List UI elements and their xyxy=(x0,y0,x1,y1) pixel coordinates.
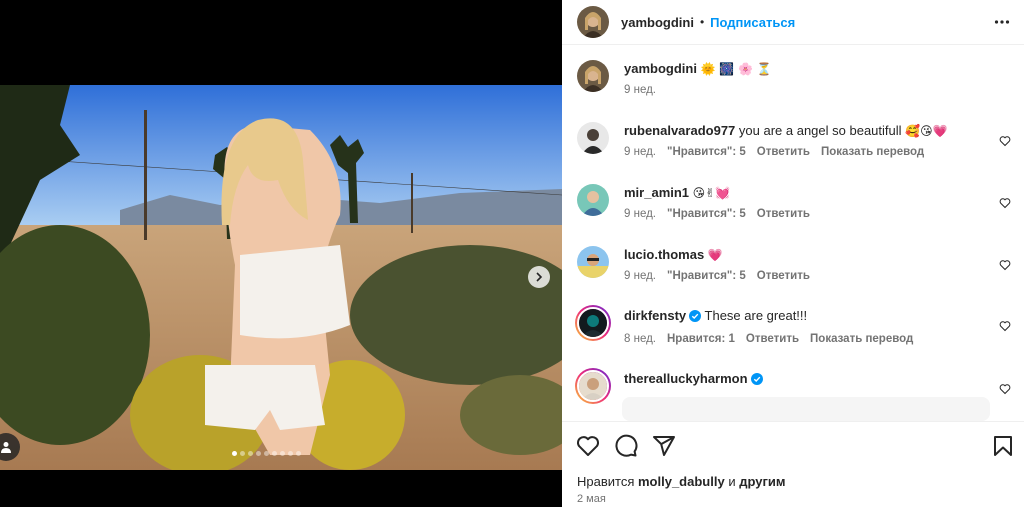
comment-username[interactable]: mir_amin1 xyxy=(624,185,689,200)
likes-conj: и xyxy=(728,474,736,489)
comment-emojis: 💗 xyxy=(707,248,723,262)
verified-icon xyxy=(750,372,763,390)
heart-icon xyxy=(999,321,1011,332)
post-date[interactable]: 2 мая xyxy=(577,493,606,505)
save-button[interactable] xyxy=(991,434,1015,458)
carousel-next-button[interactable] xyxy=(528,266,550,288)
carousel-dot xyxy=(240,451,245,456)
post-header: yambogdini • Подписаться xyxy=(562,0,1024,45)
caption-username[interactable]: yambogdini xyxy=(624,61,697,76)
comment-loading-placeholder xyxy=(622,397,990,421)
likes-summary: Нравится molly_dabully и другим xyxy=(577,474,786,489)
liked-by-user[interactable]: molly_dabully xyxy=(638,474,725,489)
carousel-dot xyxy=(248,451,253,456)
comments-list: yambogdini 🌞 🎆 🌸 ⏳ 9 нед. rubenalvarado9… xyxy=(562,45,1024,421)
carousel-dot xyxy=(296,451,301,456)
comment-username[interactable]: rubenalvarado977 xyxy=(624,123,735,138)
reply-button[interactable]: Ответить xyxy=(757,270,810,282)
comment-time[interactable]: 9 нед. xyxy=(624,146,656,158)
comment-username[interactable]: dirkfensty xyxy=(624,308,686,323)
author-avatar[interactable] xyxy=(577,6,609,38)
commenter-avatar[interactable] xyxy=(575,368,611,404)
heart-icon xyxy=(999,136,1011,147)
heart-icon xyxy=(999,384,1011,395)
comment-emojis: 😘✌💓 xyxy=(692,186,731,200)
caption-time[interactable]: 9 нед. xyxy=(624,84,656,96)
verified-icon xyxy=(689,309,702,327)
carousel-dot xyxy=(288,451,293,456)
carousel-indicator xyxy=(232,451,301,456)
commenter-avatar[interactable] xyxy=(577,122,609,154)
comment-like-button[interactable] xyxy=(999,319,1011,337)
comment-time[interactable]: 8 нед. xyxy=(624,333,656,345)
post-photo[interactable] xyxy=(0,85,562,470)
heart-icon xyxy=(999,198,1011,209)
commenter-avatar[interactable] xyxy=(575,305,611,341)
comment-icon xyxy=(615,434,638,457)
show-translation-button[interactable]: Показать перевод xyxy=(810,333,913,345)
commenter-avatar[interactable] xyxy=(577,184,609,216)
share-icon xyxy=(653,436,675,456)
author-avatar[interactable] xyxy=(577,60,609,92)
heart-icon xyxy=(576,436,600,456)
more-icon[interactable] xyxy=(994,14,1010,35)
separator-dot: • xyxy=(699,15,705,29)
author-username[interactable]: yambogdini xyxy=(621,15,694,30)
comment-time[interactable]: 9 нед. xyxy=(624,208,656,220)
carousel-dot xyxy=(256,451,261,456)
reply-button[interactable]: Ответить xyxy=(757,146,810,158)
like-button[interactable] xyxy=(576,434,600,458)
comment-text: you are a angel so beautifull xyxy=(738,123,902,138)
show-translation-button[interactable]: Показать перевод xyxy=(821,146,924,158)
post-media xyxy=(0,0,562,507)
comment-likes[interactable]: "Нравится": 5 xyxy=(667,208,746,220)
comment-username[interactable]: lucio.thomas xyxy=(624,247,704,262)
follow-button[interactable]: Подписаться xyxy=(710,15,795,30)
carousel-dot xyxy=(232,451,237,456)
comment-time[interactable]: 9 нед. xyxy=(624,270,656,282)
carousel-dot xyxy=(264,451,269,456)
commenter-avatar[interactable] xyxy=(577,246,609,278)
post-side-panel: yambogdini • Подписаться yambogdini 🌞 🎆 … xyxy=(562,0,1024,507)
comment-likes[interactable]: "Нравится": 5 xyxy=(667,146,746,158)
comment-text: These are great!!! xyxy=(704,308,808,323)
post-actions: Нравится molly_dabully и другим 2 мая xyxy=(562,421,1024,507)
heart-icon xyxy=(999,260,1011,271)
caption-text: 🌞 🎆 🌸 ⏳ xyxy=(700,62,772,76)
comment-username[interactable]: therealluckyharmon xyxy=(624,371,748,386)
reply-button[interactable]: Ответить xyxy=(757,208,810,220)
bookmark-icon xyxy=(994,436,1012,456)
comment-like-button[interactable] xyxy=(999,134,1011,152)
carousel-dot xyxy=(280,451,285,456)
comment-like-button[interactable] xyxy=(999,382,1011,400)
comment-like-button[interactable] xyxy=(999,258,1011,276)
liked-by-others[interactable]: другим xyxy=(739,474,785,489)
comment-likes[interactable]: Нравится: 1 xyxy=(667,333,735,345)
comment-button[interactable] xyxy=(614,434,638,458)
comment-emojis: 🥰😘💗 xyxy=(905,124,948,138)
user-tag-icon xyxy=(1,442,11,453)
comment-likes[interactable]: "Нравится": 5 xyxy=(667,270,746,282)
comment-like-button[interactable] xyxy=(999,196,1011,214)
carousel-dot xyxy=(272,451,277,456)
share-button[interactable] xyxy=(652,434,676,458)
reply-button[interactable]: Ответить xyxy=(746,333,799,345)
chevron-right-icon xyxy=(536,272,543,282)
likes-prefix: Нравится xyxy=(577,474,635,489)
